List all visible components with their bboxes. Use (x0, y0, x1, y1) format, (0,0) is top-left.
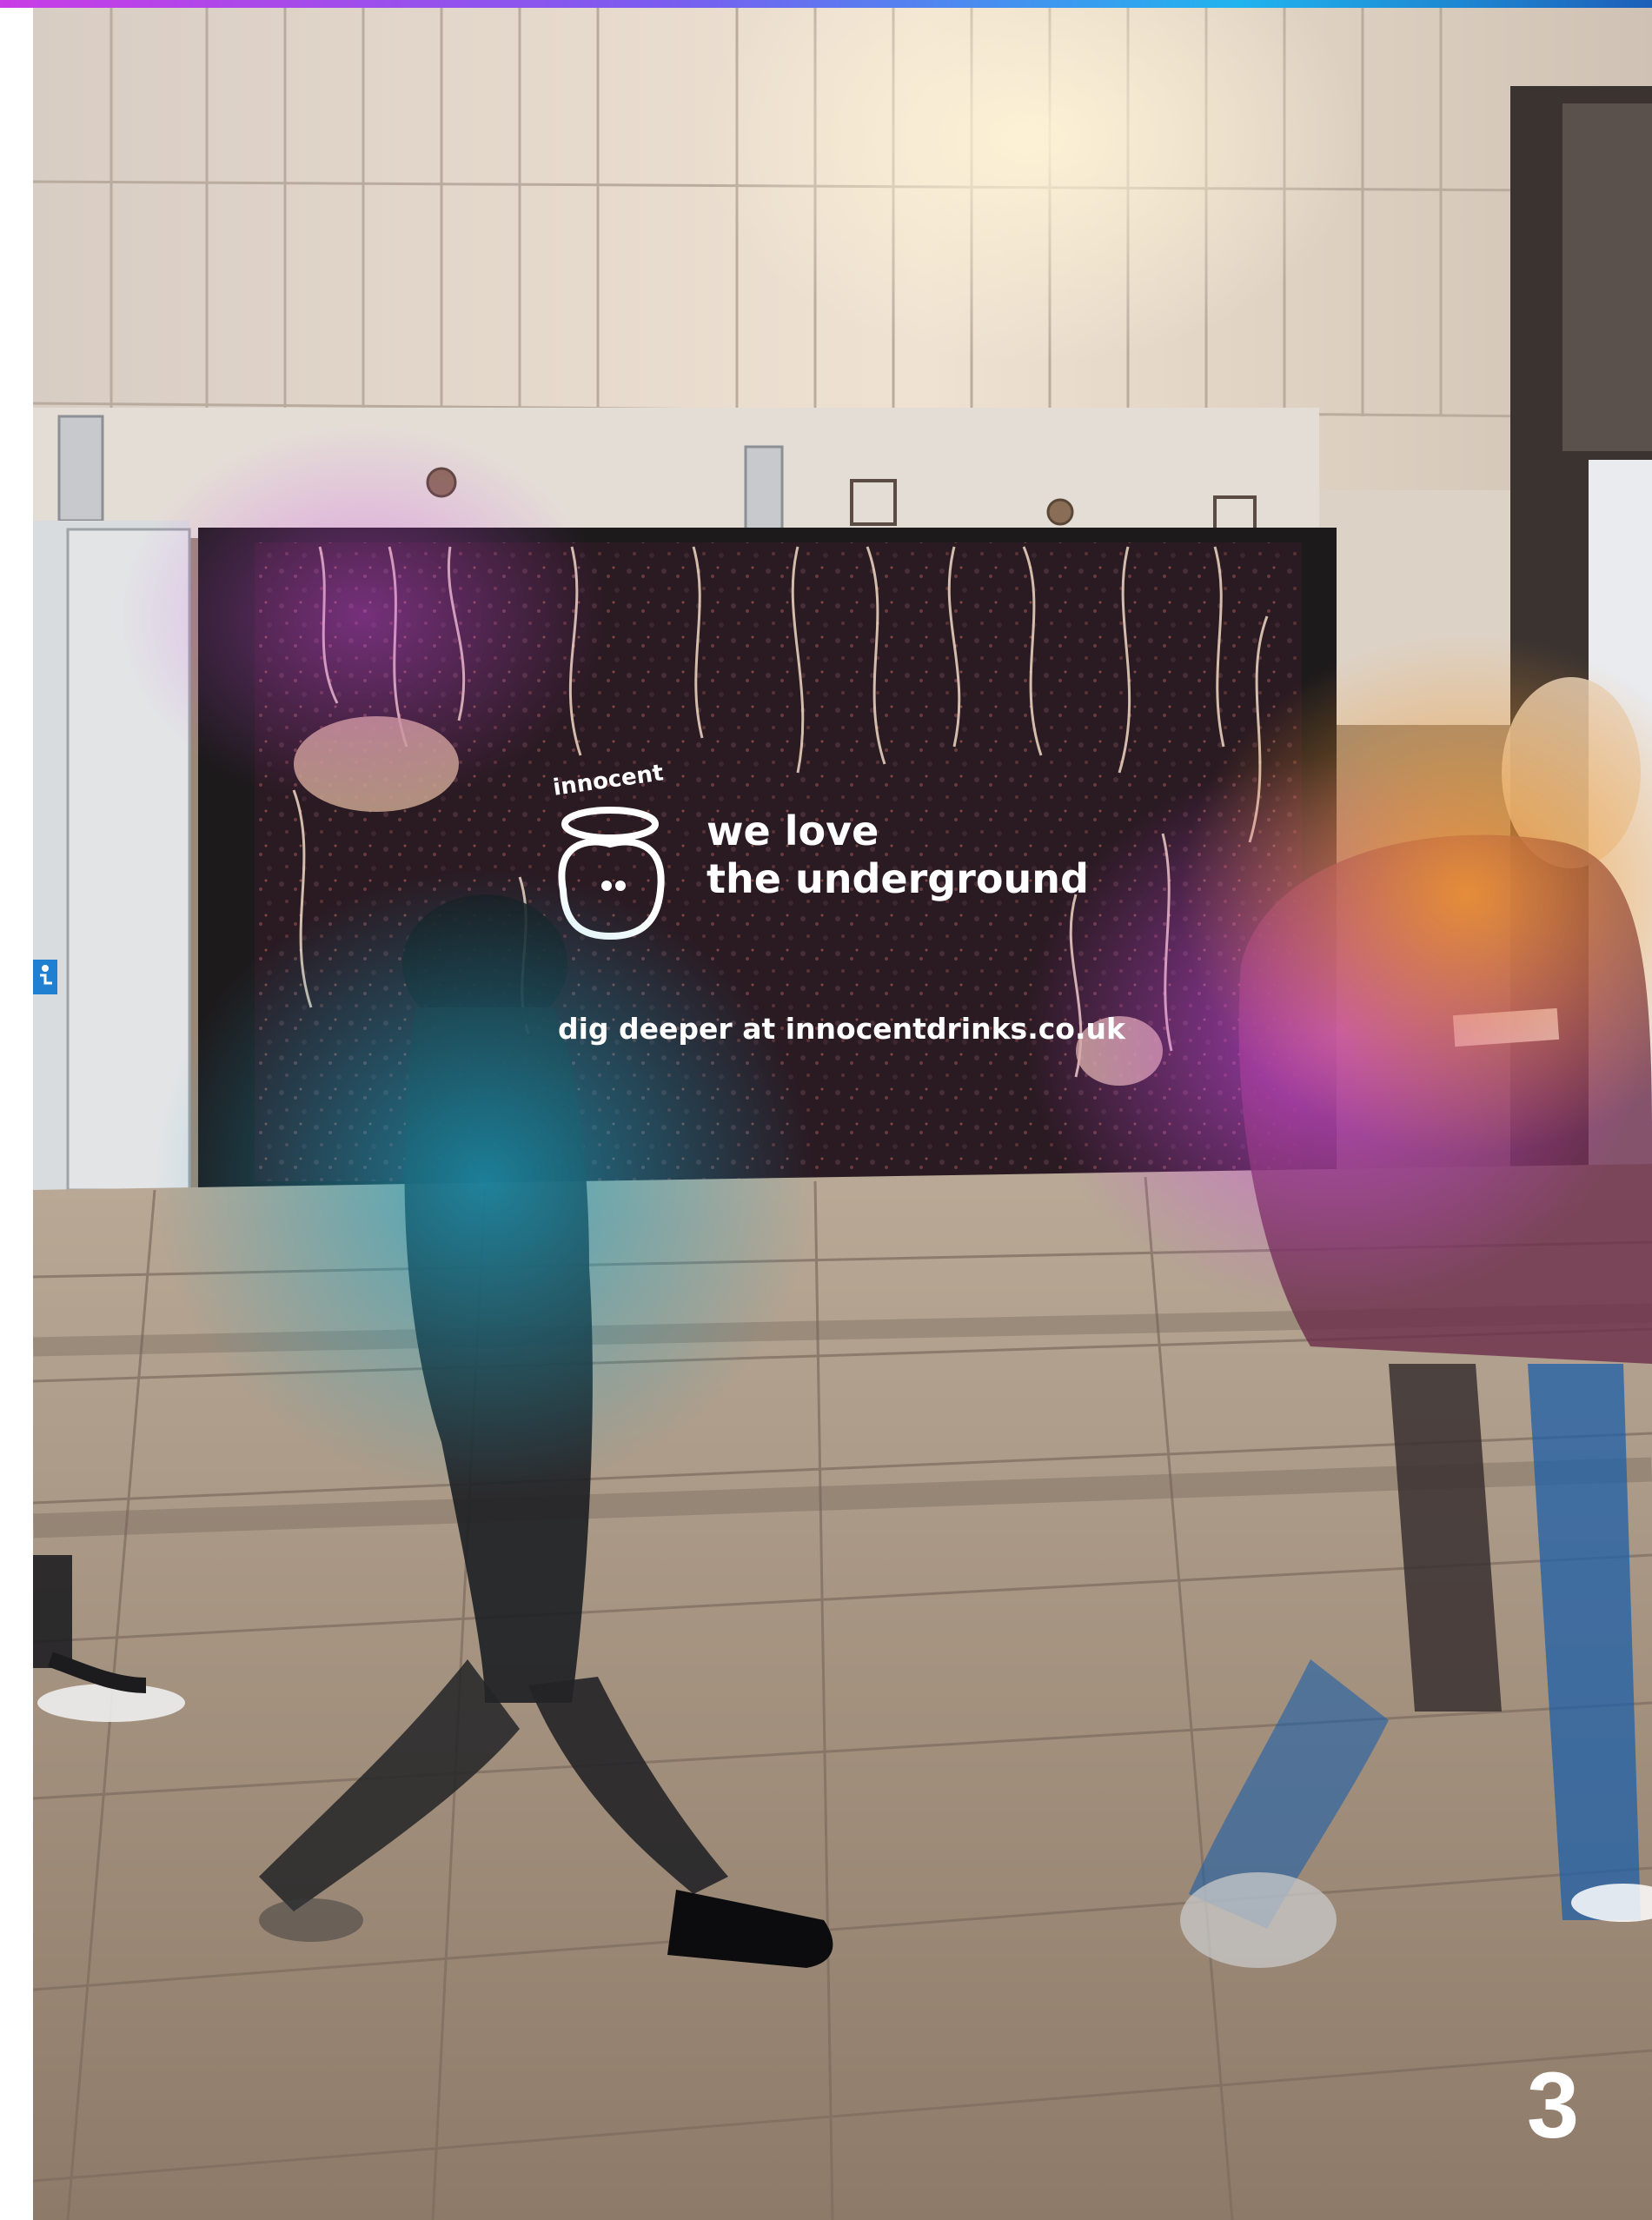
page-margin (0, 8, 33, 2220)
billboard-cta: dig deeper at innocentdrinks.co.uk (558, 1012, 1125, 1046)
station-photo: innocent we love the underground dig dee… (33, 8, 1652, 2220)
page-number: 3 (1526, 2052, 1580, 2157)
top-gradient-bar (0, 0, 1652, 8)
billboard-headline-line1: we love (707, 808, 879, 854)
billboard-headline-line2: the underground (707, 855, 1089, 902)
